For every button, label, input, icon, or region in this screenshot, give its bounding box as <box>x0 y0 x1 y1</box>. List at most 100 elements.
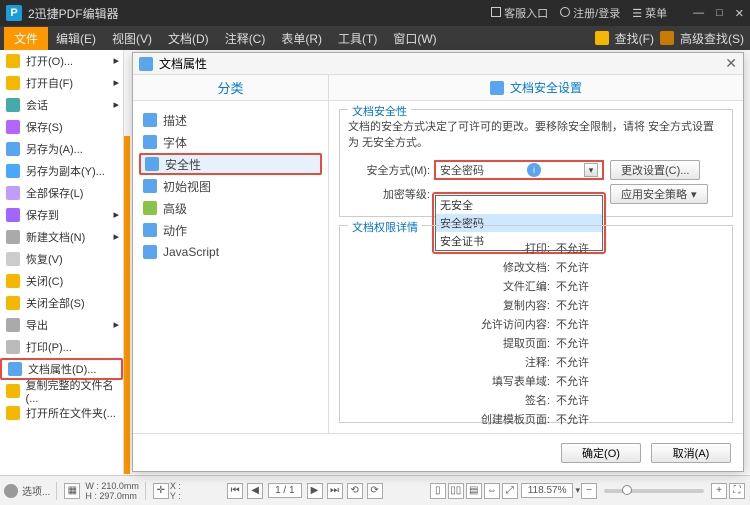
fit-width-icon[interactable]: ⇔ <box>484 483 500 499</box>
cat-advanced[interactable]: 高级 <box>139 197 322 219</box>
menu-close[interactable]: 关闭(C) <box>0 270 123 292</box>
dialog-title: 文档属性 <box>159 55 207 72</box>
menu-edit[interactable]: 编辑(E) <box>48 30 104 47</box>
menu-save[interactable]: 保存(S) <box>0 116 123 138</box>
gear-icon[interactable] <box>4 484 18 498</box>
menu-open-from[interactable]: 打开自(F)▸ <box>0 72 123 94</box>
save-copy-icon <box>6 164 20 178</box>
lock-icon <box>145 157 159 171</box>
menu-tool[interactable]: 工具(T) <box>330 30 385 47</box>
app-logo: P <box>6 5 22 21</box>
orange-sidebar <box>124 136 130 474</box>
menu-copy-filename[interactable]: 复制完整的文件名(... <box>0 380 123 402</box>
menu-save-to[interactable]: 保存到▸ <box>0 204 123 226</box>
fullscreen-icon[interactable]: ⛶ <box>729 483 745 499</box>
menu-session[interactable]: 会话▸ <box>0 94 123 116</box>
save-as-icon <box>6 142 20 156</box>
cancel-button[interactable]: 取消(A) <box>651 443 731 463</box>
dropdown-arrow-icon[interactable]: ▾ <box>584 163 598 177</box>
fit-page-icon[interactable]: ⤢ <box>502 483 518 499</box>
advfind-link[interactable]: 高级查找(S) <box>680 30 744 47</box>
cat-javascript[interactable]: JavaScript <box>139 241 322 263</box>
zoom-out-icon[interactable]: − <box>581 483 597 499</box>
menu-open[interactable]: 打开(O)...▸ <box>0 50 123 72</box>
options-link[interactable]: 选项... <box>22 483 50 498</box>
menu-form[interactable]: 表单(R) <box>273 30 330 47</box>
login-link[interactable]: 注册/登录 <box>560 5 620 21</box>
apply-policy-button[interactable]: 应用安全策略▾ <box>610 184 708 204</box>
properties-icon <box>8 362 22 376</box>
last-page-icon[interactable]: ⏭ <box>327 483 343 499</box>
cat-actions[interactable]: 动作 <box>139 219 322 241</box>
permission-row: 提取页面:不允许 <box>468 335 724 351</box>
menu-new-doc[interactable]: 新建文档(N)▸ <box>0 226 123 248</box>
folder-icon <box>6 54 20 68</box>
right-panel-title: 文档安全设置 <box>510 79 582 96</box>
permission-row: 复制内容: 不允许 <box>468 297 724 313</box>
layout-1-icon[interactable]: ▯ <box>430 483 446 499</box>
crosshair-icon[interactable]: ✛ <box>153 483 169 499</box>
slider-thumb[interactable] <box>622 485 632 495</box>
security-description: 文档的安全方式决定了可许可的更改。要移除安全限制，请将 安全方式设置为 无安全方… <box>348 118 724 150</box>
zoom-value[interactable]: 118.57% <box>521 483 574 498</box>
opt-no-security[interactable]: 无安全 <box>436 196 602 214</box>
find-link[interactable]: 查找(F) <box>615 30 654 47</box>
perm-label: 提取页面: <box>468 335 550 351</box>
doc-icon <box>139 57 153 71</box>
font-icon <box>143 135 157 149</box>
cat-security[interactable]: 安全性 <box>139 153 322 175</box>
zoom-slider[interactable] <box>604 489 704 493</box>
menu-save-copy[interactable]: 另存为副本(Y)... <box>0 160 123 182</box>
view-icon <box>143 179 157 193</box>
menu-close-all[interactable]: 关闭全部(S) <box>0 292 123 314</box>
change-settings-button[interactable]: 更改设置(C)... <box>610 160 700 180</box>
menu-file[interactable]: 文件 <box>4 27 48 50</box>
next-page-icon[interactable]: ▶ <box>307 483 323 499</box>
open-folder-icon <box>6 406 20 420</box>
cat-initial-view[interactable]: 初始视图 <box>139 175 322 197</box>
perm-value: 不允许 <box>556 411 589 427</box>
hamburger-menu[interactable]: ☰ 菜单 <box>632 5 667 21</box>
menu-annot[interactable]: 注释(C) <box>217 30 274 47</box>
menu-view[interactable]: 视图(V) <box>104 30 160 47</box>
first-page-icon[interactable]: ⏮ <box>227 483 243 499</box>
dialog-close-icon[interactable]: ✕ <box>725 55 737 72</box>
close-window-icon[interactable]: ✕ <box>735 7 744 20</box>
perm-value: 不允许 <box>556 354 589 370</box>
security-section-label: 文档安全性 <box>348 103 411 119</box>
menu-restore[interactable]: 恢复(V) <box>0 248 123 270</box>
page-indicator[interactable]: 1 / 1 <box>268 483 301 498</box>
menu-window[interactable]: 窗口(W) <box>385 30 444 47</box>
menu-export[interactable]: 导出▸ <box>0 314 123 336</box>
action-icon <box>143 223 157 237</box>
layout-2-icon[interactable]: ▯▯ <box>448 483 464 499</box>
menu-open-folder[interactable]: 打开所在文件夹(... <box>0 402 123 424</box>
layout-3-icon[interactable]: ▤ <box>466 483 482 499</box>
thumb-icon[interactable]: ▦ <box>64 483 80 499</box>
encryption-label: 加密等级: <box>348 186 430 202</box>
cat-description[interactable]: 描述 <box>139 109 322 131</box>
nav-fwd-icon[interactable]: ⟳ <box>367 483 383 499</box>
perm-value: 不允许 <box>556 297 589 313</box>
minimize-icon[interactable]: — <box>693 7 704 20</box>
permission-row: 注释:不允许 <box>468 354 724 370</box>
advfind-icon <box>660 31 674 45</box>
export-icon <box>6 318 20 332</box>
zoom-in-icon[interactable]: + <box>711 483 727 499</box>
menu-save-all[interactable]: 全部保存(L) <box>0 182 123 204</box>
prev-page-icon[interactable]: ◀ <box>247 483 263 499</box>
perm-label: 复制内容: <box>468 297 550 313</box>
security-method-combo[interactable]: 安全密码 i ▾ <box>434 160 604 180</box>
customer-service-link[interactable]: 客服入口 <box>491 5 548 21</box>
menu-save-as[interactable]: 另存为(A)... <box>0 138 123 160</box>
session-icon <box>6 98 20 112</box>
cat-fonts[interactable]: 字体 <box>139 131 322 153</box>
copy-icon <box>6 384 20 398</box>
titlebar: P 2迅捷PDF编辑器 客服入口 注册/登录 ☰ 菜单 — □ ✕ <box>0 0 750 26</box>
menu-print[interactable]: 打印(P)... <box>0 336 123 358</box>
maximize-icon[interactable]: □ <box>716 7 723 20</box>
perm-label: 创建模板页面: <box>468 411 550 427</box>
menu-document[interactable]: 文档(D) <box>160 30 217 47</box>
ok-button[interactable]: 确定(O) <box>561 443 641 463</box>
nav-back-icon[interactable]: ⟲ <box>347 483 363 499</box>
